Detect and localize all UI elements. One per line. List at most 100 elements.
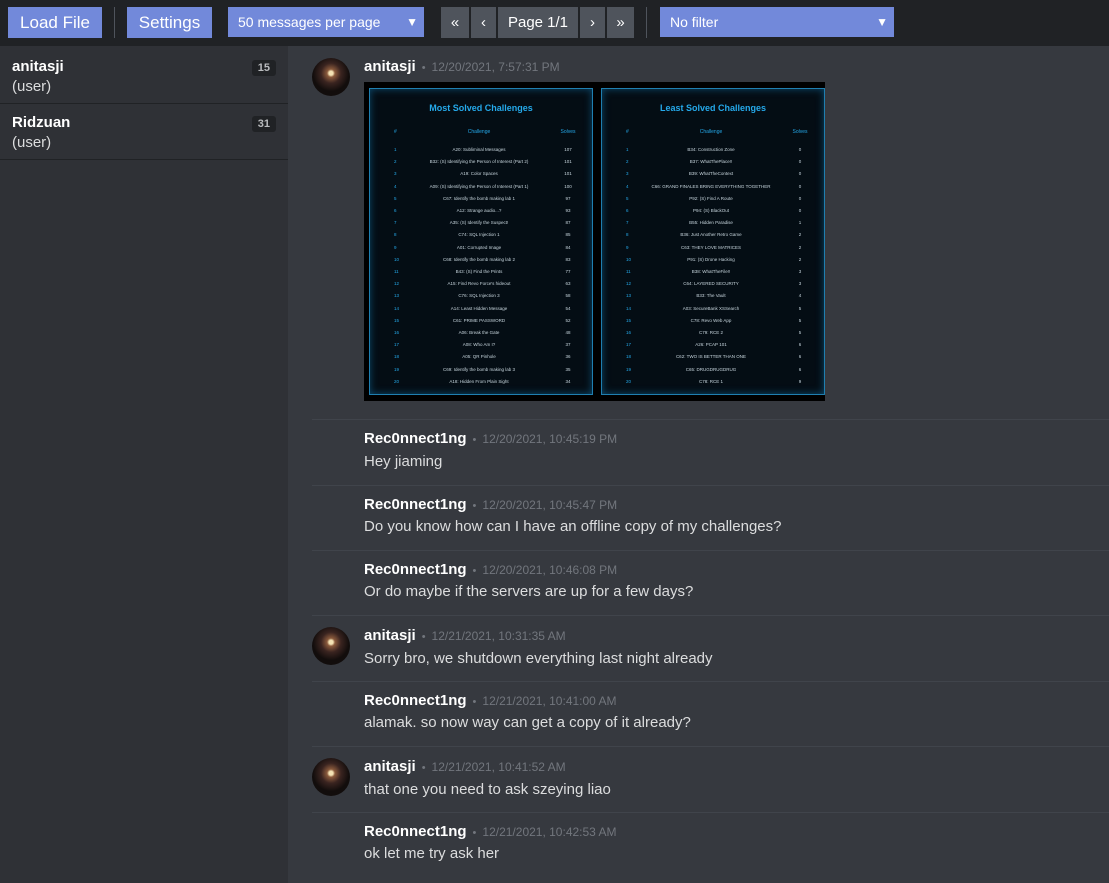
filter-select[interactable]: No filter ▼ (660, 7, 894, 37)
message-header: Rec0nnect1ng • 12/21/2021, 10:42:53 AM (364, 823, 617, 840)
row-solves: 0 (798, 147, 802, 152)
message-author[interactable]: anitasji (364, 758, 416, 775)
row-solves: 1 (798, 220, 802, 226)
row-solves: 0 (798, 171, 802, 177)
row-solves: 6 (798, 366, 802, 372)
table-row: 17 A08: Who Am I? 37 (370, 339, 592, 351)
table-row: 11 B38: WhatTheFile!! 3 (602, 266, 824, 278)
row-num: 7 (626, 220, 629, 226)
row-num: 17 (394, 342, 400, 348)
table-row: 9 A01: Corrupted Image 84 (370, 242, 592, 254)
message-author[interactable]: Rec0nnect1ng (364, 823, 467, 840)
table-row: 20 C78: RCE 1 9 (602, 376, 824, 388)
row-challenge: A12: Strange audio...? (456, 208, 502, 213)
row-solves: 77 (565, 269, 571, 274)
header-solves: Solves (792, 129, 808, 135)
table-row: 7 B55: Hidden Paradise 1 (602, 217, 824, 229)
message-author[interactable]: Rec0nnect1ng (364, 692, 467, 709)
table-row: 14 A03: SecureBank XSSearch 5 (602, 303, 824, 315)
message-author[interactable]: Rec0nnect1ng (364, 430, 467, 447)
row-solves: 54 (565, 305, 571, 311)
message-author[interactable]: Rec0nnect1ng (364, 561, 467, 578)
message-author[interactable]: anitasji (364, 627, 416, 644)
row-num: 20 (626, 378, 632, 384)
channel-item-ridzuan[interactable]: Ridzuan (user) 31 (0, 104, 288, 160)
least-solved-panel: Least Solved Challenges # Challenge Solv… (601, 88, 825, 395)
row-solves: 0 (798, 183, 802, 189)
dot-separator: • (421, 62, 426, 74)
row-solves: 3 (798, 281, 802, 287)
message-timestamp: 12/21/2021, 10:31:35 AM (431, 629, 566, 643)
row-num: 19 (394, 366, 400, 372)
row-challenge: C74: SQL Injection 1 (458, 232, 500, 238)
next-page-button[interactable]: › (580, 7, 605, 38)
row-solves: 107 (564, 147, 572, 152)
row-num: 2 (394, 159, 397, 165)
image-attachment[interactable]: Most Solved Challenges # Challenge Solve… (364, 82, 825, 401)
row-challenge: A19: Color Spaces (460, 171, 498, 177)
panel-title: Most Solved Challenges (429, 103, 533, 113)
message-timestamp: 12/21/2021, 10:41:00 AM (482, 694, 617, 708)
chevron-down-icon: ▼ (876, 15, 888, 29)
row-num: 11 (626, 269, 631, 274)
messages-per-page-select[interactable]: 50 messages per page ▼ (228, 7, 424, 37)
channel-item-anitasji[interactable]: anitasji (user) 15 (0, 48, 288, 104)
prev-page-button[interactable]: ‹ (471, 7, 496, 38)
message-content: Sorry bro, we shutdown everything last n… (364, 650, 713, 667)
row-num: 12 (394, 281, 400, 287)
channel-type: (user) (12, 78, 52, 95)
message-author[interactable]: anitasji (364, 58, 416, 75)
message-list: anitasji • 12/20/2021, 7:57:31 PM Most Sol… (288, 46, 1109, 883)
table-row: 16 A06: Break the Gate 48 (370, 327, 592, 339)
message-author[interactable]: Rec0nnect1ng (364, 496, 467, 513)
header-solves: Solves (560, 129, 576, 135)
row-challenge: A03: SecureBank XSSearch (682, 305, 740, 311)
row-challenge: A15: Find Revo Force's hideout (447, 281, 511, 287)
row-num: 18 (394, 354, 400, 360)
row-num: 20 (394, 378, 400, 384)
dot-separator: • (472, 500, 477, 512)
settings-button[interactable]: Settings (127, 7, 212, 38)
row-num: 9 (626, 244, 629, 250)
last-page-button[interactable]: » (607, 7, 634, 38)
dot-separator: • (421, 762, 426, 774)
load-file-button[interactable]: Load File (8, 7, 102, 38)
page-indicator: Page 1/1 (498, 7, 578, 38)
row-num: 13 (394, 293, 400, 299)
dot-separator: • (472, 827, 477, 839)
row-num: 19 (626, 366, 632, 372)
table-row: 16 C79: RCE 2 5 (602, 327, 824, 339)
row-num: 12 (626, 281, 632, 287)
table-row: 1 B34: Construction Zone 0 (602, 144, 824, 156)
table-row: 10 P91: (S) Drone Hacking 2 (602, 254, 824, 266)
row-challenge: P94: (S) BlackOut (692, 208, 729, 213)
header-num: # (394, 129, 397, 135)
message-timestamp: 12/20/2021, 10:45:47 PM (482, 498, 618, 512)
first-page-button[interactable]: « (441, 7, 469, 38)
row-challenge: P92: (S) Find A Route (689, 195, 733, 201)
row-num: 16 (394, 330, 400, 335)
row-challenge: A08: Who Am I? (462, 342, 496, 348)
table-row: 4 C66: GRAND FINALES BRING EVERYTHING TOG… (602, 181, 824, 193)
row-challenge: C65: DRUGDRUGDRUG (685, 366, 737, 372)
message-timestamp: 12/20/2021, 10:46:08 PM (482, 563, 618, 577)
row-challenge: A09: (S) Identifying the Person of Inter… (429, 183, 529, 189)
row-num: 6 (626, 208, 629, 213)
row-challenge: B37: WhatThePlace!! (689, 159, 733, 165)
row-solves: 0 (798, 195, 802, 201)
table-row: 15 C78: Revo Web App 5 (602, 315, 824, 327)
table-row: 13 B33: The Vault 4 (602, 290, 824, 302)
dot-separator: • (472, 434, 477, 446)
table-row: 18 C62: TWO IS BETTER THAN ONE 6 (602, 351, 824, 363)
message-header: Rec0nnect1ng • 12/20/2021, 10:45:47 PM (364, 496, 617, 513)
row-num: 6 (394, 208, 397, 213)
table-row: 10 C68: Identify the bomb making lab 2 83 (370, 254, 592, 266)
table-row: 11 B43: (S) Find the Prints 77 (370, 266, 592, 278)
row-num: 14 (626, 305, 632, 311)
row-challenge: C67: Identify the bomb making lab 1 (442, 195, 516, 201)
row-challenge: A14: Least Hidden Message (450, 305, 508, 311)
channel-name: Ridzuan (12, 114, 71, 131)
row-solves: 63 (565, 281, 571, 287)
row-solves: 6 (798, 342, 802, 348)
table-row: 7 A35: (S) Identify the Suspect! 87 (370, 217, 592, 229)
